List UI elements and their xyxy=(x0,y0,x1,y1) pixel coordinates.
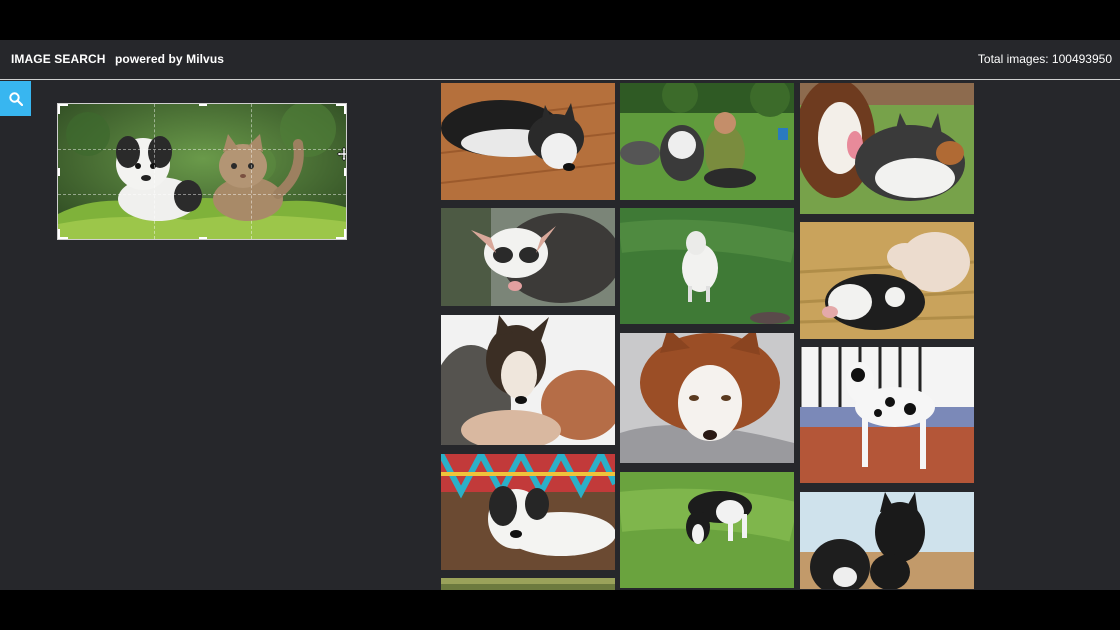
crop-guide-line xyxy=(58,149,346,150)
result-image[interactable] xyxy=(800,83,974,214)
result-image[interactable] xyxy=(800,492,974,589)
crop-handle-bottom[interactable] xyxy=(199,229,207,239)
crop-handle-top-right[interactable] xyxy=(336,104,346,114)
header: IMAGE SEARCH powered by Milvus Total ima… xyxy=(0,40,1120,80)
search-icon xyxy=(8,91,23,106)
crop-guide-line xyxy=(58,194,346,195)
result-image[interactable] xyxy=(441,315,615,445)
result-image[interactable] xyxy=(620,208,794,324)
total-images-count: Total images: 100493950 xyxy=(977,52,1112,66)
crop-handle-top[interactable] xyxy=(199,104,207,114)
result-image[interactable] xyxy=(620,83,794,200)
result-image[interactable] xyxy=(800,222,974,339)
result-image[interactable] xyxy=(441,454,615,570)
app-title: IMAGE SEARCH xyxy=(11,52,106,66)
results-grid xyxy=(441,83,974,590)
crop-guide-line xyxy=(251,104,252,239)
query-image-cropper[interactable] xyxy=(57,103,347,240)
search-button[interactable] xyxy=(0,81,31,116)
result-image[interactable] xyxy=(620,333,794,463)
result-image[interactable] xyxy=(800,347,974,483)
crop-handle-right[interactable] xyxy=(336,168,346,176)
result-image[interactable] xyxy=(620,472,794,588)
result-image[interactable] xyxy=(441,83,615,200)
move-cursor-icon xyxy=(337,147,346,161)
image-search-app: IMAGE SEARCH powered by Milvus Total ima… xyxy=(0,40,1120,590)
query-image xyxy=(58,104,346,239)
crop-handle-bottom-left[interactable] xyxy=(58,229,68,239)
crop-guide-line xyxy=(154,104,155,239)
crop-handle-bottom-right[interactable] xyxy=(336,229,346,239)
brand: IMAGE SEARCH powered by Milvus xyxy=(11,52,224,66)
result-image[interactable] xyxy=(441,208,615,306)
result-image[interactable] xyxy=(441,578,615,590)
crop-handle-top-left[interactable] xyxy=(58,104,68,114)
crop-handle-left[interactable] xyxy=(58,168,68,176)
app-subtitle: powered by Milvus xyxy=(114,52,225,66)
